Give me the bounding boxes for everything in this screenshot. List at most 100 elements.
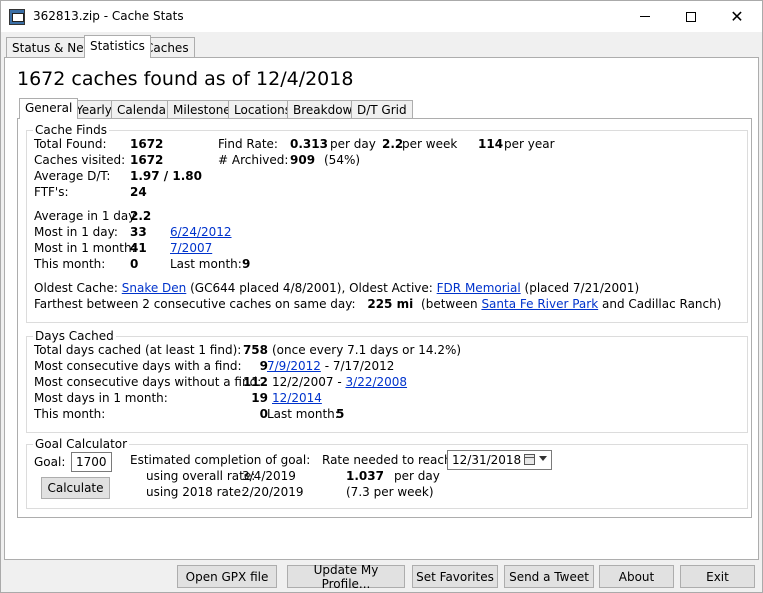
consec-with-start-link[interactable]: 7/9/2012 (267, 359, 321, 373)
avg-dt-label: Average D/T: (34, 169, 111, 183)
most-1day-date-link[interactable]: 6/24/2012 (170, 225, 232, 239)
visited-value: 1672 (130, 153, 164, 167)
overall-rate-date: 3/4/2019 (242, 469, 296, 483)
app-icon (9, 9, 25, 25)
farthest-row: Farthest between 2 consecutive caches on… (34, 297, 721, 311)
general-panel: Cache Finds Total Found: 1672 Caches vis… (17, 118, 752, 518)
consec-with-range: 7/9/2012 - 7/17/2012 (267, 359, 394, 373)
total-days-value: 758 (242, 343, 268, 357)
farthest-to: and Cadillac Ranch) (602, 297, 722, 311)
ftf-value: 24 (130, 185, 147, 199)
visited-label: Caches visited: (34, 153, 126, 167)
close-button[interactable]: ✕ (714, 1, 760, 32)
total-found-value: 1672 (130, 137, 164, 151)
rate-year-unit: per year (504, 137, 555, 151)
days-last-month-value: 5 (336, 407, 345, 421)
rate-needed-week: (7.3 per week) (346, 485, 434, 499)
goal-calculator-legend: Goal Calculator (35, 437, 128, 451)
archived-pct: (54%) (324, 153, 361, 167)
open-gpx-button[interactable]: Open GPX file (177, 565, 277, 588)
total-days-label: Total days cached (at least 1 find): (34, 343, 242, 357)
days-cached-legend: Days Cached (35, 329, 114, 343)
title-bar[interactable]: 362813.zip - Cache Stats ✕ (1, 1, 762, 32)
rate-week-unit: per week (402, 137, 458, 151)
days-this-month-label: This month: (34, 407, 106, 421)
consec-with-value: 9 (259, 359, 268, 373)
ftf-label: FTF's: (34, 185, 69, 199)
most-1day-value: 33 (130, 225, 147, 239)
farthest-from-link[interactable]: Santa Fe River Park (481, 297, 598, 311)
oldest-cache-link[interactable]: Snake Den (122, 281, 187, 295)
most-1month-label: Most in 1 month: (34, 241, 136, 255)
consec-without-start: 12/2/2007 - (272, 375, 342, 389)
about-button[interactable]: About (599, 565, 674, 588)
this-month-label: This month: (34, 257, 106, 271)
most-1day-label: Most in 1 day: (34, 225, 118, 239)
most-days-month-link[interactable]: 12/2014 (272, 391, 322, 405)
most-1month-date-link[interactable]: 7/2007 (170, 241, 212, 255)
minimize-button[interactable] (622, 1, 668, 32)
app-window: 362813.zip - Cache Stats ✕ Status & News… (0, 0, 763, 593)
farthest-value: 225 mi (367, 297, 414, 311)
consec-without-end-link[interactable]: 3/22/2008 (346, 375, 408, 389)
consec-with-end: - 7/17/2012 (324, 359, 395, 373)
oldest-cache-row: Oldest Cache: Snake Den (GC644 placed 4/… (34, 281, 639, 295)
cache-finds-legend: Cache Finds (35, 123, 107, 137)
last-month-value: 9 (242, 257, 251, 271)
send-tweet-button[interactable]: Send a Tweet (504, 565, 594, 588)
oldest-active-detail: (placed 7/21/2001) (524, 281, 640, 295)
update-profile-button[interactable]: Update My Profile... (287, 563, 405, 591)
set-favorites-button[interactable]: Set Favorites (412, 565, 498, 588)
rate-year-value: 114 (478, 137, 504, 151)
oldest-label: Oldest Cache: (34, 281, 118, 295)
avg-dt-value: 1.97 / 1.80 (130, 169, 202, 183)
avg-1day-value: 2.2 (130, 209, 152, 223)
consec-without-range: 12/2/2007 - 3/22/2008 (272, 375, 407, 389)
this-month-value: 0 (130, 257, 139, 271)
last-month-label: Last month: (170, 257, 242, 271)
maximize-button[interactable] (668, 1, 714, 32)
most-1month-value: 41 (130, 241, 147, 255)
tab-dt-grid[interactable]: D/T Grid (351, 100, 413, 119)
minimize-icon (640, 16, 650, 17)
oldest-detail: (GC644 placed 4/8/2001), Oldest Active: (190, 281, 433, 295)
farthest-between: (between (421, 297, 478, 311)
goal-input[interactable]: 1700 (71, 452, 112, 472)
rate-day-unit: per day (330, 137, 376, 151)
target-date-value: 12/31/2018 (452, 453, 522, 467)
tab-statistics[interactable]: Statistics (84, 35, 151, 58)
days-last-month-label: Last month: (267, 407, 339, 421)
tab-general[interactable]: General (19, 98, 79, 119)
overall-rate-label: using overall rate: (146, 469, 256, 483)
year-rate-label: using 2018 rate: (146, 485, 245, 499)
rate-needed-value: 1.037 (346, 469, 384, 483)
maximize-icon (686, 11, 696, 22)
estimated-completion-label: Estimated completion of goal: (130, 453, 311, 467)
calculate-button[interactable]: Calculate (41, 477, 110, 499)
avg-1day-label: Average in 1 day: (34, 209, 139, 223)
oldest-active-link[interactable]: FDR Memorial (437, 281, 521, 295)
find-rate-label: Find Rate: (218, 137, 278, 151)
most-days-month-value: 19 (251, 391, 268, 405)
total-found-label: Total Found: (34, 137, 107, 151)
calendar-icon (524, 454, 535, 465)
target-date-picker[interactable]: 12/31/2018 (447, 450, 552, 470)
rate-needed-unit: per day (394, 469, 440, 483)
goal-label: Goal: (34, 455, 66, 469)
rate-week-value: 2.2 (382, 137, 404, 151)
consec-without-value: 112 (242, 375, 268, 389)
window-title: 362813.zip - Cache Stats (33, 9, 184, 23)
farthest-label: Farthest between 2 consecutive caches on… (34, 297, 356, 311)
statistics-panel: 1672 caches found as of 12/4/2018 Genera… (4, 57, 759, 560)
chevron-down-icon (539, 456, 547, 461)
consec-with-label: Most consecutive days with a find: (34, 359, 242, 373)
archived-label: # Archived: (218, 153, 289, 167)
exit-button[interactable]: Exit (680, 565, 755, 588)
page-title: 1672 caches found as of 12/4/2018 (17, 68, 354, 90)
archived-value: 909 (290, 153, 316, 167)
total-days-detail: (once every 7.1 days or 14.2%) (272, 343, 462, 357)
year-rate-date: 2/20/2019 (242, 485, 304, 499)
days-this-month-value: 0 (259, 407, 268, 421)
most-days-month-label: Most days in 1 month: (34, 391, 168, 405)
rate-day-value: 0.313 (290, 137, 328, 151)
